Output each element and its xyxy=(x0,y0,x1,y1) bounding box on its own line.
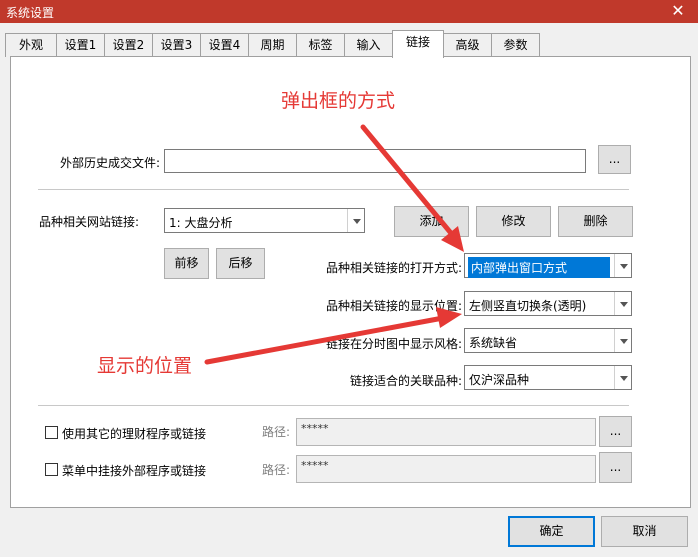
other-program-checkbox[interactable] xyxy=(45,426,58,439)
menu-program-path-input[interactable]: ***** xyxy=(296,455,596,483)
move-up-button[interactable]: 前移 xyxy=(164,248,209,279)
tab-settings1[interactable]: 设置1 xyxy=(56,33,105,57)
tab-appearance[interactable]: 外观 xyxy=(5,33,57,57)
other-program-path-input[interactable]: ***** xyxy=(296,418,596,446)
other-program-browse-button[interactable]: ... xyxy=(599,416,632,447)
other-program-label: 使用其它的理财程序或链接 xyxy=(62,427,207,441)
style-select[interactable]: 系统缺省 xyxy=(464,328,632,353)
window-title: 系统设置 xyxy=(6,6,55,20)
chevron-down-icon xyxy=(347,209,364,232)
ok-button[interactable]: 确定 xyxy=(508,516,595,547)
display-position-value: 左侧竖直切换条(透明) xyxy=(469,299,587,313)
other-program-path-label: 路径: xyxy=(262,425,291,439)
tab-settings3[interactable]: 设置3 xyxy=(152,33,201,57)
modify-link-button[interactable]: 修改 xyxy=(476,206,551,237)
chevron-down-icon xyxy=(614,366,631,389)
divider-top xyxy=(38,189,629,190)
style-label: 链接在分时图中显示风格: xyxy=(326,337,463,351)
menu-program-path-label: 路径: xyxy=(262,463,291,477)
chevron-down-icon xyxy=(614,254,631,277)
chevron-down-icon xyxy=(614,292,631,315)
external-file-input[interactable] xyxy=(164,149,586,173)
menu-program-label: 菜单中挂接外部程序或链接 xyxy=(62,464,207,478)
tab-params[interactable]: 参数 xyxy=(491,33,540,57)
delete-link-button[interactable]: 删除 xyxy=(558,206,633,237)
tab-input[interactable]: 输入 xyxy=(344,33,393,57)
display-position-select[interactable]: 左侧竖直切换条(透明) xyxy=(464,291,632,316)
display-position-label: 品种相关链接的显示位置: xyxy=(326,299,463,313)
add-link-button[interactable]: 添加 xyxy=(394,206,469,237)
chevron-down-icon xyxy=(614,329,631,352)
scope-value: 仅沪深品种 xyxy=(469,373,530,387)
scope-label: 链接适合的关联品种: xyxy=(350,374,463,388)
open-mode-value: 内部弹出窗口方式 xyxy=(468,257,610,278)
tab-advanced[interactable]: 高级 xyxy=(443,33,492,57)
external-file-label: 外部历史成交文件: xyxy=(60,156,161,170)
tab-labels[interactable]: 标签 xyxy=(296,33,345,57)
site-link-label: 品种相关网站链接: xyxy=(39,215,140,229)
site-link-select[interactable]: 1: 大盘分析 xyxy=(164,208,365,233)
site-link-selected: 1: 大盘分析 xyxy=(169,216,233,230)
tab-strip: 外观 设置1 设置2 设置3 设置4 周期 标签 输入 链接 高级 参数 xyxy=(0,30,698,58)
menu-program-checkbox[interactable] xyxy=(45,463,58,476)
tab-settings4[interactable]: 设置4 xyxy=(200,33,249,57)
tab-settings2[interactable]: 设置2 xyxy=(104,33,153,57)
annotation-display-position: 显示的位置 xyxy=(97,355,193,377)
tab-links[interactable]: 链接 xyxy=(392,30,444,58)
menu-program-browse-button[interactable]: ... xyxy=(599,452,632,483)
style-value: 系统缺省 xyxy=(469,336,518,350)
cancel-button[interactable]: 取消 xyxy=(601,516,688,547)
open-mode-select[interactable]: 内部弹出窗口方式 xyxy=(464,253,632,278)
tab-period[interactable]: 周期 xyxy=(248,33,297,57)
open-mode-label: 品种相关链接的打开方式: xyxy=(326,261,463,275)
move-down-button[interactable]: 后移 xyxy=(216,248,265,279)
title-bar: 系统设置 ✕ xyxy=(0,0,698,23)
close-icon[interactable]: ✕ xyxy=(658,0,698,23)
external-file-browse-button[interactable]: ... xyxy=(598,145,631,174)
scope-select[interactable]: 仅沪深品种 xyxy=(464,365,632,390)
annotation-popup-mode: 弹出框的方式 xyxy=(281,90,396,112)
divider-bottom xyxy=(38,405,629,406)
